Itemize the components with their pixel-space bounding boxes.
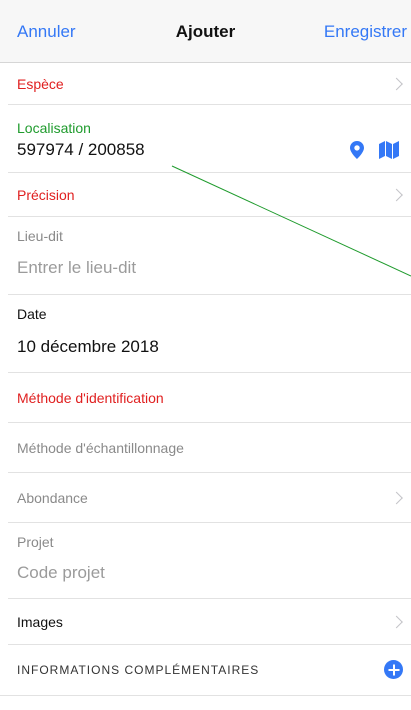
informations-complementaires-header: INFORMATIONS COMPLÉMENTAIRES xyxy=(0,645,411,696)
chevron-right-icon xyxy=(390,491,403,504)
date-value[interactable]: 10 décembre 2018 xyxy=(17,337,159,357)
methode-identification-row[interactable]: Méthode d'identification xyxy=(8,373,411,423)
projet-row: Projet Code projet xyxy=(8,523,411,599)
navigation-bar: Annuler Ajouter Enregistrer xyxy=(0,0,411,63)
methode-echantillonnage-row[interactable]: Méthode d'échantillonnage xyxy=(8,423,411,473)
plus-circle-icon[interactable] xyxy=(384,660,403,679)
map-icon[interactable] xyxy=(379,141,399,159)
location-pin-icon[interactable] xyxy=(350,141,364,159)
date-row[interactable]: Date 10 décembre 2018 xyxy=(8,295,411,373)
projet-label: Projet xyxy=(17,534,54,550)
localisation-label: Localisation xyxy=(17,120,91,136)
espece-row[interactable]: Espèce xyxy=(8,63,411,105)
chevron-right-icon xyxy=(390,188,403,201)
lieu-dit-row: Lieu-dit Entrer le lieu-dit xyxy=(8,217,411,295)
localisation-value: 597974 / 200858 xyxy=(17,140,145,159)
precision-label: Précision xyxy=(17,186,75,203)
images-row[interactable]: Images xyxy=(8,599,411,645)
lieu-dit-input[interactable]: Entrer le lieu-dit xyxy=(17,258,136,278)
section-header-label: INFORMATIONS COMPLÉMENTAIRES xyxy=(17,663,260,677)
images-label: Images xyxy=(17,613,63,630)
methode-identification-label: Méthode d'identification xyxy=(17,389,164,406)
methode-echantillonnage-label: Méthode d'échantillonnage xyxy=(17,439,184,456)
localisation-row[interactable]: Localisation 597974 / 200858 xyxy=(8,105,411,173)
abondance-label: Abondance xyxy=(17,489,88,506)
precision-row[interactable]: Précision xyxy=(8,173,411,217)
cancel-button[interactable]: Annuler xyxy=(17,22,76,42)
chevron-right-icon xyxy=(390,615,403,628)
projet-input[interactable]: Code projet xyxy=(17,563,105,583)
abondance-row[interactable]: Abondance xyxy=(8,473,411,523)
espece-label: Espèce xyxy=(17,75,64,92)
page-title: Ajouter xyxy=(175,22,236,41)
lieu-dit-label: Lieu-dit xyxy=(17,228,63,244)
save-button[interactable]: Enregistrer xyxy=(324,22,407,42)
chevron-right-icon xyxy=(390,77,403,90)
date-label: Date xyxy=(17,306,47,322)
